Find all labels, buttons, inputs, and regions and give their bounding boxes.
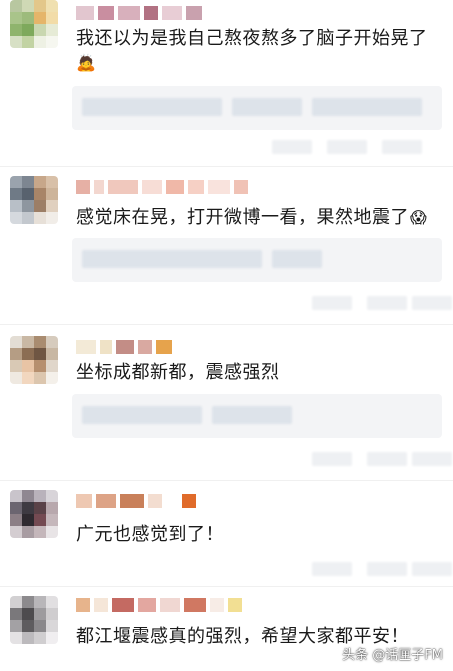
avatar[interactable]: [10, 0, 58, 48]
comment-text: 我还以为是我自己熬夜熬多了脑子开始晃了: [76, 28, 428, 49]
watermark: 头条 @话匣子FM: [342, 648, 443, 663]
comment-text: 感觉床在晃，打开微博一看，果然地震了: [76, 207, 409, 228]
avatar[interactable]: [10, 596, 58, 644]
comment-actions-blurred: [72, 448, 452, 470]
divider: [0, 166, 453, 167]
avatar[interactable]: [10, 176, 58, 224]
comment-actions-blurred: [72, 558, 452, 580]
username-blurred[interactable]: [76, 6, 202, 20]
divider: [0, 480, 453, 481]
divider: [0, 586, 453, 587]
comment-text: 坐标成都新都，震感强烈: [76, 362, 280, 383]
username-blurred[interactable]: [76, 598, 242, 612]
divider: [0, 324, 453, 325]
reply-preview-blurred[interactable]: [72, 394, 442, 438]
comment-actions-blurred: [72, 292, 452, 314]
comment-text: 广元也感觉到了！: [76, 524, 224, 545]
emoji-icon: 😱: [410, 208, 427, 227]
comment-actions-blurred: [72, 136, 442, 158]
emoji-icon: 🙇: [76, 53, 96, 72]
username-blurred[interactable]: [76, 180, 248, 194]
username-blurred[interactable]: [76, 340, 172, 354]
avatar[interactable]: [10, 490, 58, 538]
avatar[interactable]: [10, 336, 58, 384]
reply-preview-blurred[interactable]: [72, 86, 442, 130]
reply-preview-blurred[interactable]: [72, 238, 442, 282]
username-blurred[interactable]: [76, 494, 196, 508]
